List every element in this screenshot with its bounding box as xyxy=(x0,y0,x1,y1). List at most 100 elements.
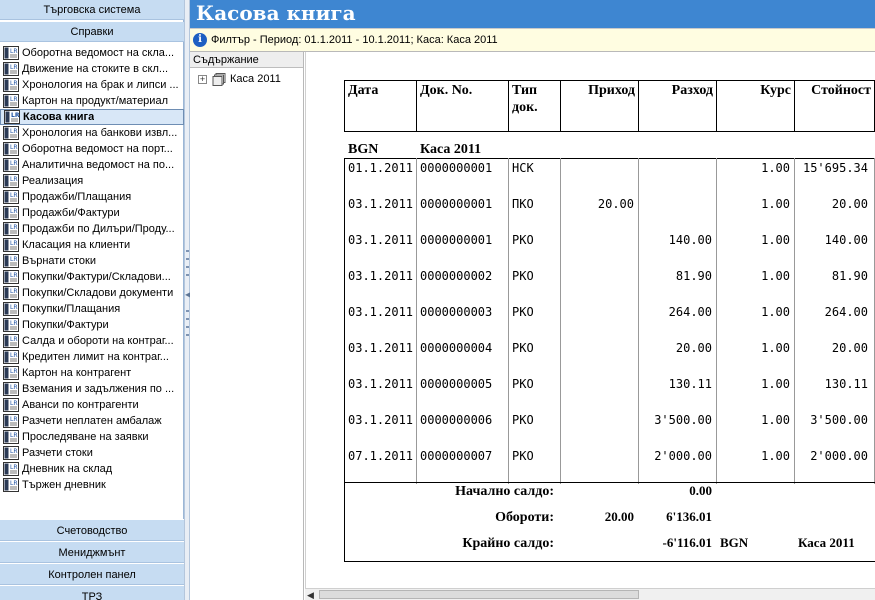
report-document-icon: LR xyxy=(3,286,19,300)
col-header-expense: Разход xyxy=(638,80,716,132)
sidebar-report-item[interactable]: LR Аналитична ведомост на по... xyxy=(0,157,184,173)
turnover-expense: 6'136.01 xyxy=(666,509,712,524)
cell-doc-no: 0000000005 xyxy=(420,377,493,391)
sidebar-report-item[interactable]: LR Проследяване на заявки xyxy=(0,429,184,445)
report-document-icon: LR xyxy=(3,46,19,60)
sidebar-item-label: Реализация xyxy=(22,175,84,187)
cell-value: 130.11 xyxy=(824,377,868,391)
cell-date: 03.1.2011 xyxy=(348,233,414,247)
sidebar-report-item[interactable]: LR Покупки/Фактури/Складови... xyxy=(0,269,184,285)
cell-rate: 1.00 xyxy=(761,341,790,355)
sidebar-report-item[interactable]: LR Разчети стоки xyxy=(0,445,184,461)
sidebar-report-item[interactable]: LR Картон на продукт/материал xyxy=(0,93,184,109)
sidebar-report-item[interactable]: LR Продажби/Плащания xyxy=(0,189,184,205)
section-payroll[interactable]: ТРЗ xyxy=(0,585,184,600)
report-document-icon: LR xyxy=(3,350,19,364)
cell-rate: 1.00 xyxy=(761,413,790,427)
section-management[interactable]: Мениджмънт xyxy=(0,541,184,563)
cell-date: 01.1.2011 xyxy=(348,161,414,175)
col-header-doc-no: Док. No. xyxy=(416,80,508,132)
cell-value: 3'500.00 xyxy=(810,413,868,427)
svg-text:LR: LR xyxy=(10,416,18,423)
svg-text:LR: LR xyxy=(10,272,18,279)
svg-text:LR: LR xyxy=(10,192,18,199)
sidebar-report-item[interactable]: LR Върнати стоки xyxy=(0,253,184,269)
tree-node-label: Каса 2011 xyxy=(230,73,281,85)
report-document-icon: LR xyxy=(3,158,19,172)
svg-text:LR: LR xyxy=(10,128,18,135)
svg-text:LR: LR xyxy=(10,432,18,439)
sidebar-item-label: Покупки/Плащания xyxy=(22,303,121,315)
cell-date: 03.1.2011 xyxy=(348,341,414,355)
sidebar-item-label: Продажби/Плащания xyxy=(22,191,132,203)
scroll-thumb[interactable] xyxy=(319,590,639,599)
sidebar-item-label: Салда и обороти на контраг... xyxy=(22,335,174,347)
sidebar-report-item[interactable]: LR Класация на клиенти xyxy=(0,237,184,253)
section-trade-system[interactable]: Търговска система xyxy=(0,0,184,20)
sidebar-report-item[interactable]: LR Картон на контрагент xyxy=(0,365,184,381)
sidebar-report-item[interactable]: LR Аванси по контрагенти xyxy=(0,397,184,413)
section-control-panel[interactable]: Контролен панел xyxy=(0,563,184,585)
expand-icon[interactable]: + xyxy=(198,74,207,84)
cell-rate: 1.00 xyxy=(761,161,790,175)
sidebar-item-label: Класация на клиенти xyxy=(22,239,131,251)
cell-doc-no: 0000000004 xyxy=(420,341,493,355)
sidebar-report-item[interactable]: LR Салда и обороти на контраг... xyxy=(0,333,184,349)
table-row: 03.1.2011 0000000006 РКО 3'500.00 1.00 3'500.… xyxy=(344,412,875,430)
table-row: 03.1.2011 0000000003 РКО 264.00 1.00 264.00 xyxy=(344,304,875,322)
sidebar-report-item[interactable]: LR Хронология на брак и липси ... xyxy=(0,77,184,93)
sidebar-item-label: Тържен дневник xyxy=(22,479,106,491)
horizontal-scrollbar[interactable]: ◀ xyxy=(305,588,875,600)
closing-balance-label: Крайно салдо: xyxy=(462,536,554,551)
sidebar-item-label: Проследяване на заявки xyxy=(22,431,149,443)
svg-text:LR: LR xyxy=(11,112,20,119)
sidebar-report-item[interactable]: LR Оборотна ведомост на порт... xyxy=(0,141,184,157)
cell-rate: 1.00 xyxy=(761,233,790,247)
group-currency: BGN xyxy=(348,142,379,157)
report-viewer[interactable]: Дата Док. No. Тип док. Приход Разход Кур… xyxy=(305,52,875,588)
sidebar-report-item[interactable]: LR Вземания и задължения по ... xyxy=(0,381,184,397)
sidebar-report-item[interactable]: LR Покупки/Плащания xyxy=(0,301,184,317)
splitter-grip xyxy=(186,250,189,252)
sidebar-report-item[interactable]: LR Разчети неплатен амбалаж xyxy=(0,413,184,429)
sidebar-report-item[interactable]: LR Покупки/Складови документи xyxy=(0,285,184,301)
section-reports[interactable]: Справки xyxy=(0,22,184,42)
turnover-label: Обороти: xyxy=(495,510,554,525)
cell-value: 15'695.34 xyxy=(802,161,868,175)
sidebar-report-item[interactable]: LR Хронология на банкови извл... xyxy=(0,125,184,141)
navigation-sidebar: Търговска система Справки LR Оборотна вед… xyxy=(0,0,184,600)
section-accounting[interactable]: Счетоводство xyxy=(0,519,184,541)
sidebar-item-label: Аналитична ведомост на по... xyxy=(22,159,175,171)
closing-cash-name: Каса 2011 xyxy=(798,535,855,550)
sidebar-report-item[interactable]: LR Продажби/Фактури xyxy=(0,205,184,221)
sidebar-report-item[interactable]: LR Кредитен лимит на контраг... xyxy=(0,349,184,365)
sidebar-report-item[interactable]: LR Покупки/Фактури xyxy=(0,317,184,333)
sidebar-report-item[interactable]: LR Дневник на склад xyxy=(0,461,184,477)
cell-expense: 2'000.00 xyxy=(654,449,712,463)
sidebar-report-item[interactable]: LR Движение на стоките в скл... xyxy=(0,61,184,77)
tree-node-cash[interactable]: + Каса 2011 xyxy=(190,70,303,88)
sidebar-report-item[interactable]: LR Оборотна ведомост на скла... xyxy=(0,45,184,61)
cell-doc-no: 0000000001 xyxy=(420,161,493,175)
report-document-icon: LR xyxy=(3,94,19,108)
splitter-grip xyxy=(186,326,189,328)
sidebar-report-item[interactable]: LR Продажби по Дилъри/Проду... xyxy=(0,221,184,237)
sidebar-report-item[interactable]: LR Касова книга xyxy=(0,109,184,125)
sidebar-report-item[interactable]: LR Реализация xyxy=(0,173,184,189)
report-document-icon: LR xyxy=(3,334,19,348)
cell-doc-no: 0000000003 xyxy=(420,305,493,319)
sidebar-item-label: Движение на стоките в скл... xyxy=(22,63,169,75)
sidebar-item-label: Картон на продукт/материал xyxy=(22,95,168,107)
report-document-icon: LR xyxy=(4,110,20,124)
report-document-icon: LR xyxy=(3,414,19,428)
cell-value: 2'000.00 xyxy=(810,449,868,463)
report-document-icon: LR xyxy=(3,398,19,412)
sidebar-item-label: Картон на контрагент xyxy=(22,367,132,379)
report-document-icon: LR xyxy=(3,366,19,380)
sidebar-report-item[interactable]: LR Тържен дневник xyxy=(0,477,184,493)
opening-balance-label: Начално салдо: xyxy=(455,484,554,499)
cell-rate: 1.00 xyxy=(761,377,790,391)
scroll-left-icon[interactable]: ◀ xyxy=(307,590,317,600)
splitter-grip xyxy=(186,310,189,312)
contents-title: Съдържание xyxy=(190,52,303,68)
